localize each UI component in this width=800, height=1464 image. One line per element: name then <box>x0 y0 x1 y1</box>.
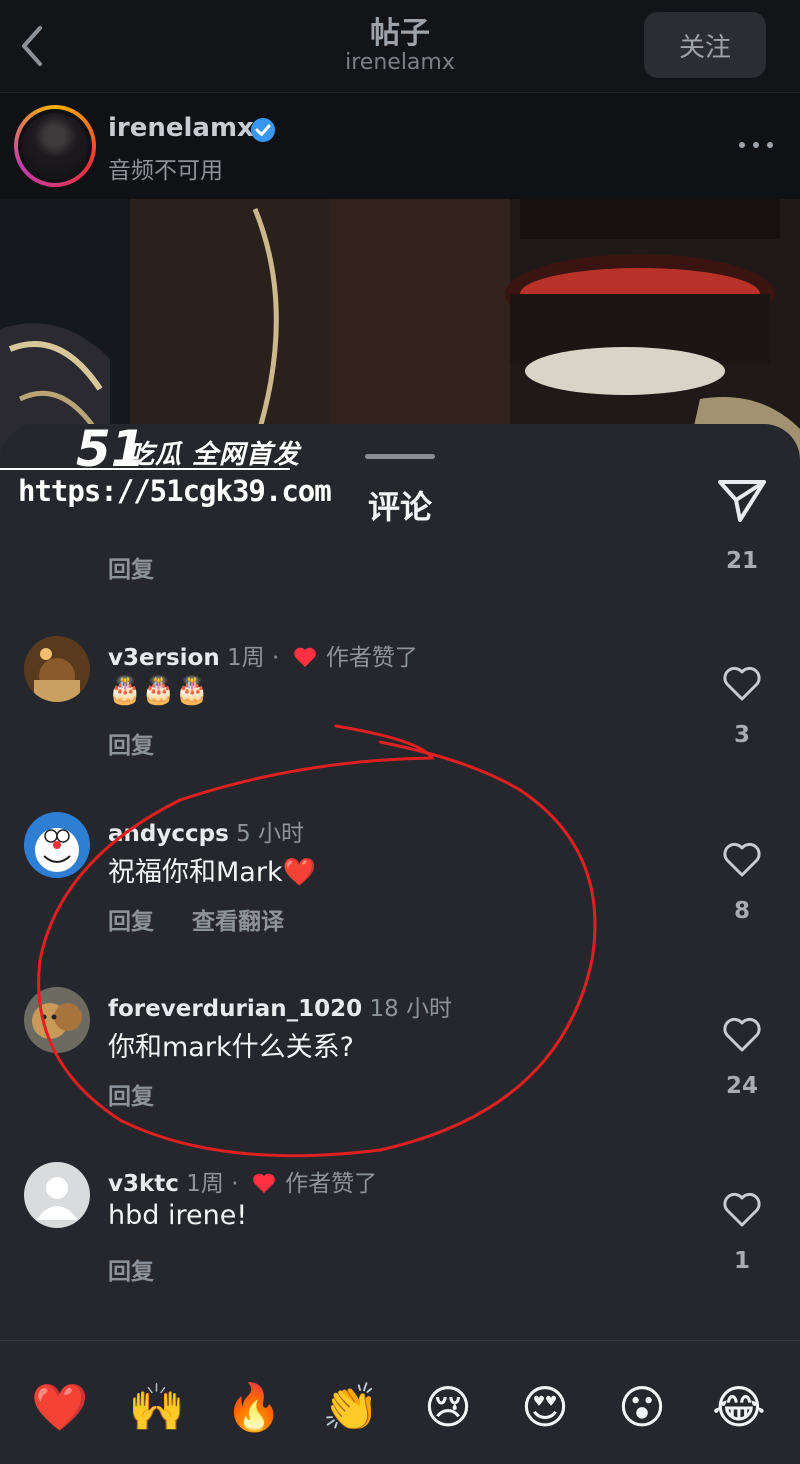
like-count: 21 <box>725 548 758 574</box>
comment-text: 🎂🎂🎂 <box>108 675 209 706</box>
avatar[interactable] <box>24 636 90 702</box>
comment-text: 你和mark什么关系? <box>108 1032 354 1063</box>
comment-username[interactable]: andyccps <box>108 821 229 847</box>
author-liked-label: 作者赞了 <box>285 1171 378 1197</box>
like-heart-icon[interactable] <box>722 1192 762 1228</box>
comment-username[interactable]: v3ersion <box>108 645 220 671</box>
follow-button[interactable]: 关注 <box>644 12 766 78</box>
author-liked-label: 作者赞了 <box>325 645 418 671</box>
verified-badge-icon <box>251 118 275 142</box>
reply-button[interactable]: 回复 <box>108 1259 154 1285</box>
reply-button[interactable]: 回复 <box>108 733 154 759</box>
comment-username[interactable]: foreverdurian_1020 <box>108 996 362 1022</box>
watermark-brand: 吃瓜 全网首发 <box>128 440 301 470</box>
reply-button[interactable]: 回复 <box>108 557 154 583</box>
emoji-surprised[interactable]: 😮 <box>612 1377 672 1437</box>
comment-time: 1周 <box>186 1171 224 1197</box>
see-translation-button[interactable]: 查看翻译 <box>192 909 284 935</box>
like-count: 8 <box>733 898 750 924</box>
avatar[interactable] <box>24 1162 90 1228</box>
avatar[interactable] <box>14 105 96 187</box>
emoji-quick-bar: ❤️ 🙌 🔥 👏 😢 😍 😮 😂 <box>0 1341 800 1464</box>
like-count: 24 <box>725 1073 758 1099</box>
heart-icon <box>293 647 316 667</box>
emoji-raising-hands[interactable]: 🙌 <box>127 1377 187 1437</box>
emoji-heart[interactable]: ❤️ <box>30 1377 90 1437</box>
avatar[interactable] <box>24 812 90 878</box>
separator-dot: · <box>271 645 280 671</box>
comment-time: 18 小时 <box>369 996 453 1022</box>
comment-text: 祝福你和Mark❤️ <box>108 857 317 888</box>
like-heart-icon[interactable] <box>722 666 762 702</box>
watermark-underline <box>0 468 290 470</box>
comment-time: 1周 <box>227 645 265 671</box>
separator-dot: · <box>231 1171 239 1197</box>
watermark-url: https://51cgk39.com <box>18 474 332 508</box>
like-heart-icon[interactable] <box>722 1017 762 1053</box>
post-header: irenelamx 音频不可用 <box>0 93 800 199</box>
emoji-heart-eyes[interactable]: 😍 <box>515 1377 575 1437</box>
comment-text: hbd irene! <box>108 1200 248 1231</box>
emoji-laughing[interactable]: 😂 <box>709 1377 769 1437</box>
emoji-crying[interactable]: 😢 <box>418 1377 478 1437</box>
sheet-grabber[interactable] <box>365 454 435 459</box>
heart-icon <box>253 1173 275 1193</box>
comment-time: 5 小时 <box>236 821 305 847</box>
emoji-fire[interactable]: 🔥 <box>224 1377 284 1437</box>
like-count: 1 <box>733 1248 750 1274</box>
post-username[interactable]: irenelamx <box>108 113 254 143</box>
more-options-icon[interactable] <box>736 135 776 155</box>
emoji-clapping[interactable]: 👏 <box>321 1377 381 1437</box>
like-count: 3 <box>733 722 750 748</box>
top-bar: 帖子 irenelamx 关注 <box>0 0 800 92</box>
share-icon[interactable] <box>716 478 768 524</box>
comment-username[interactable]: v3ktc <box>108 1171 179 1197</box>
audio-unavailable-note: 音频不可用 <box>108 158 223 184</box>
like-heart-icon[interactable] <box>722 842 762 878</box>
avatar[interactable] <box>24 987 90 1053</box>
reply-button[interactable]: 回复 <box>108 909 154 935</box>
reply-button[interactable]: 回复 <box>108 1084 154 1110</box>
